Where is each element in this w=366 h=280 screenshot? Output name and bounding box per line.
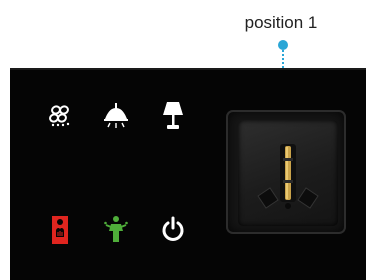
ceiling-lamp-icon[interactable] [101,103,131,129]
callout-label: position 1 [244,13,318,32]
make-up-room-icon[interactable] [104,215,128,243]
panel-top-edge [10,68,366,70]
universal-socket-icon [257,144,319,209]
table-lamp-icon[interactable] [160,101,186,131]
callout-dot [278,40,288,50]
laundry-icon[interactable] [47,104,73,128]
do-not-disturb-icon[interactable] [50,215,70,245]
power-icon[interactable] [161,216,185,242]
